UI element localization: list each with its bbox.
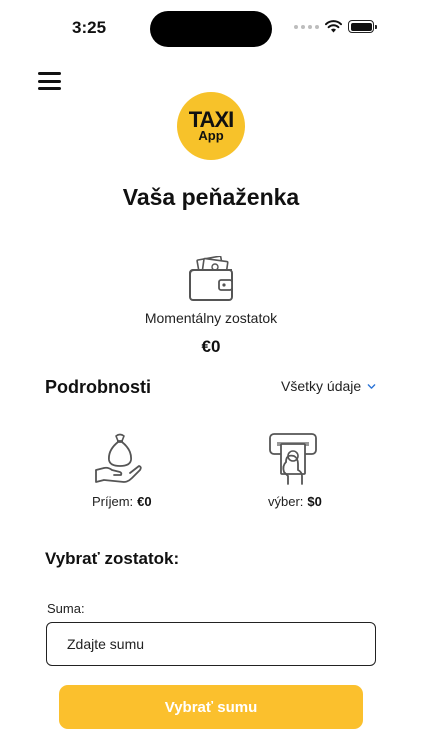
wallet-icon [189, 256, 233, 301]
filter-dropdown[interactable]: Všetky údaje [281, 378, 376, 394]
withdraw-title: Vybrať zostatok: [45, 549, 180, 568]
cash-withdraw-icon [269, 433, 317, 485]
hamburger-menu-icon[interactable] [38, 72, 61, 90]
withdrawal-stat: výber: $0 [268, 494, 322, 509]
withdrawal-value: $0 [307, 494, 322, 509]
amount-input[interactable] [46, 622, 376, 666]
filter-label: Všetky údaje [281, 378, 362, 394]
status-icons [294, 20, 377, 33]
page-title: Vaša peňaženka [122, 184, 300, 210]
logo-text-taxi: TAXI [188, 107, 234, 132]
balance-value: €0 [201, 337, 221, 356]
withdraw-amount-button[interactable]: Vybrať sumu [59, 685, 363, 729]
income-stat: Príjem: €0 [92, 494, 152, 509]
status-time: 3:25 [72, 18, 107, 37]
logo-text-app: App [198, 128, 224, 143]
balance-label: Momentálny zostatok [144, 310, 278, 326]
amount-label: Suma: [47, 601, 85, 616]
taxi-app-logo: TAXI App [177, 92, 245, 160]
battery-icon [348, 20, 377, 33]
income-label: Príjem: [92, 494, 134, 509]
signal-icon [294, 24, 319, 29]
money-bag-hand-icon [95, 433, 142, 483]
dynamic-island [150, 11, 272, 47]
chevron-down-icon [367, 383, 376, 389]
wifi-icon [325, 20, 342, 33]
income-value: €0 [137, 494, 152, 509]
details-title: Podrobnosti [45, 377, 151, 397]
withdrawal-label: výber: [268, 494, 304, 509]
